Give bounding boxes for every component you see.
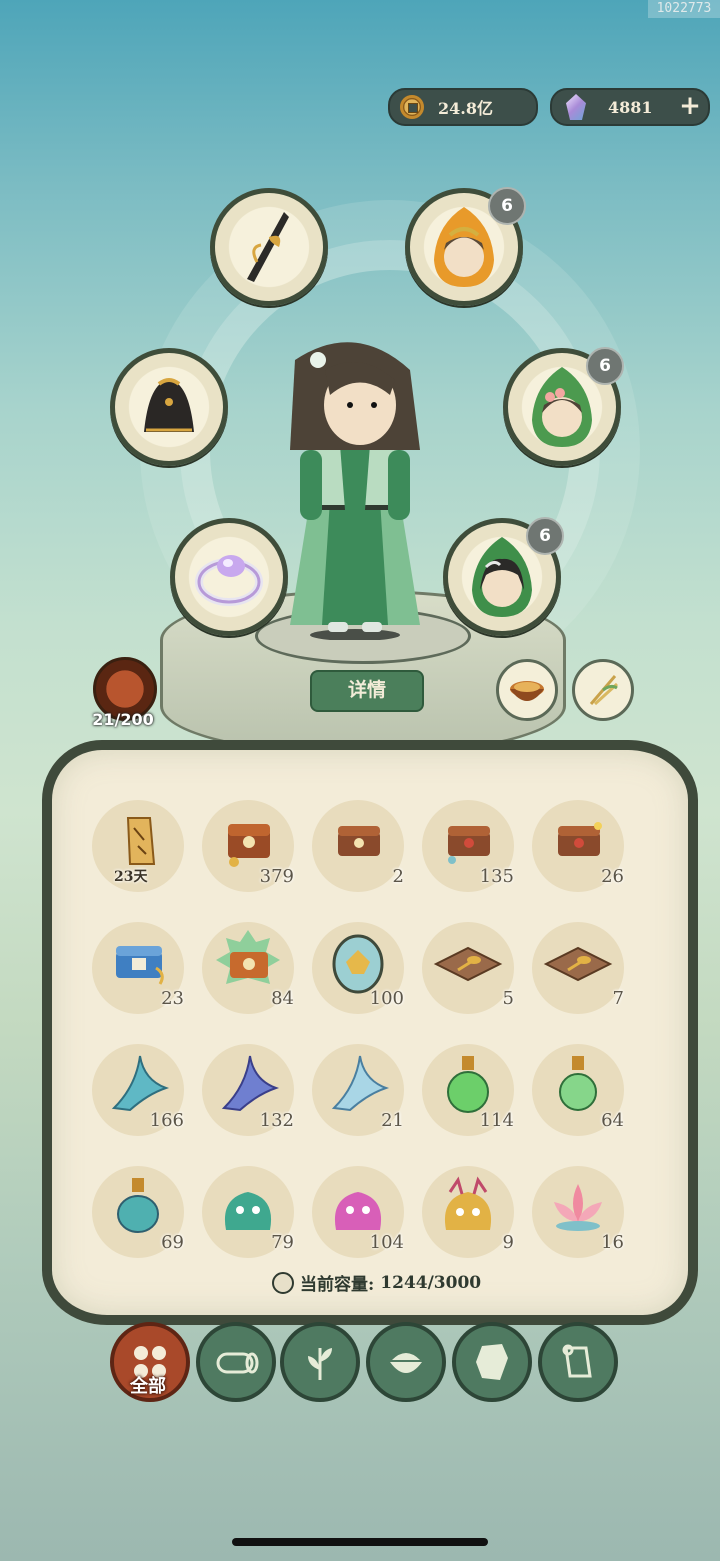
item-count: 5	[502, 988, 514, 1009]
bamboo-icon	[589, 675, 619, 706]
bamboo-slot[interactable]	[572, 659, 634, 721]
pet-1-level-badge: 6	[488, 187, 526, 225]
pet-3-level-badge: 6	[526, 517, 564, 555]
log-icon	[216, 1352, 259, 1374]
inventory-item-orange-chest[interactable]: 84	[202, 922, 302, 1022]
pet-slot-1[interactable]: 6	[405, 187, 526, 306]
inventory-item-egg[interactable]: 100	[312, 922, 412, 1022]
power-counter: 21/200	[92, 710, 154, 729]
build-watermark: 1022773	[648, 0, 720, 18]
inventory-item-blue-chest[interactable]: 23	[92, 922, 192, 1022]
inventory-item-chest[interactable]: 2	[312, 800, 412, 900]
coin-icon	[400, 95, 424, 119]
accessory-slot[interactable]	[170, 518, 288, 636]
pet-slot-2[interactable]: 6	[503, 347, 624, 466]
item-count: 23天	[114, 869, 148, 885]
inventory-item-green-potion[interactable]: 114	[422, 1044, 522, 1144]
bag-icon	[272, 1271, 294, 1294]
tab-food[interactable]	[366, 1322, 446, 1402]
item-count: 2	[392, 866, 404, 887]
tray-icon	[433, 946, 503, 982]
food-bowl-icon	[510, 681, 544, 701]
inventory-item-chest[interactable]: 379	[202, 800, 302, 900]
inventory-item-spirit-fish[interactable]: 166	[92, 1044, 192, 1144]
item-count: 114	[479, 1110, 514, 1131]
inventory-item-tray[interactable]: 7	[532, 922, 632, 1022]
gem-value: 4881	[608, 97, 653, 117]
item-count: 166	[149, 1110, 184, 1131]
ring-icon	[195, 555, 263, 606]
pet-green-hair-icon	[472, 537, 532, 617]
gem-display: 4881 +	[550, 88, 710, 126]
ore-icon	[476, 1344, 508, 1380]
inventory-item-scroll[interactable]: 23天	[92, 800, 192, 900]
item-count: 379	[259, 866, 294, 887]
pet-green-flower-icon	[532, 367, 592, 447]
item-count: 84	[271, 988, 294, 1009]
item-count: 69	[161, 1232, 184, 1253]
tab-herb[interactable]	[280, 1322, 360, 1402]
item-count: 104	[369, 1232, 404, 1253]
item-count: 16	[601, 1232, 624, 1253]
item-count: 100	[369, 988, 404, 1009]
item-count: 23	[161, 988, 184, 1009]
inventory-item-teal-potion[interactable]: 69	[92, 1166, 192, 1266]
coin-value: 24.8亿	[438, 99, 493, 118]
inventory-item-spirit-fish[interactable]: 21	[312, 1044, 412, 1144]
inventory-item-green-potion[interactable]: 64	[532, 1044, 632, 1144]
tray-icon	[543, 946, 613, 982]
tab-wood[interactable]	[196, 1322, 276, 1402]
item-count: 21	[381, 1110, 404, 1131]
item-count: 64	[601, 1110, 624, 1131]
inventory-item-green-spirit[interactable]: 79	[202, 1166, 302, 1266]
inventory-item-spirit-fish[interactable]: 132	[202, 1044, 302, 1144]
item-count: 7	[612, 988, 624, 1009]
pet-slot-3[interactable]: 6	[443, 517, 564, 636]
weapon-slot[interactable]	[210, 188, 328, 306]
paper-scroll-icon	[562, 1344, 592, 1378]
armor-slot[interactable]	[110, 348, 228, 466]
food-slot[interactable]	[496, 659, 558, 721]
rice-bowl-icon	[390, 1353, 422, 1373]
hero-character[interactable]	[270, 340, 440, 640]
tab-scroll[interactable]	[538, 1322, 618, 1402]
pet-2-level-badge: 6	[586, 347, 624, 385]
chest-icon	[338, 826, 380, 856]
tab-all-label: 全部	[130, 1376, 166, 1397]
sword-icon	[247, 212, 289, 282]
gold-spirit-icon	[444, 1176, 492, 1230]
home-indicator[interactable]	[232, 1538, 488, 1546]
inventory-item-chest[interactable]: 26	[532, 800, 632, 900]
cloak-icon	[144, 378, 194, 432]
inventory-item-chest[interactable]: 135	[422, 800, 522, 900]
inventory-item-tray[interactable]: 5	[422, 922, 522, 1022]
item-count: 9	[502, 1232, 514, 1253]
item-count: 135	[479, 866, 514, 887]
add-gems-button[interactable]: +	[676, 93, 704, 121]
crystal-icon	[566, 94, 586, 120]
detail-button[interactable]: 详情	[310, 670, 424, 712]
inventory-item-gold-spirit[interactable]: 9	[422, 1166, 522, 1266]
pet-orange-icon	[434, 207, 494, 287]
capacity-value: 1244/3000	[380, 1272, 482, 1293]
tab-material[interactable]	[452, 1322, 532, 1402]
item-count: 26	[601, 866, 624, 887]
coin-display: 24.8亿	[388, 88, 538, 126]
leaf-icon	[308, 1348, 332, 1380]
item-count: 132	[259, 1110, 294, 1131]
bag-capacity: 当前容量: 1244/3000	[272, 1270, 481, 1295]
capacity-label: 当前容量:	[300, 1275, 375, 1295]
item-count: 79	[271, 1232, 294, 1253]
inventory-item-pink-spirit[interactable]: 104	[312, 1166, 412, 1266]
inventory-item-lotus[interactable]: 16	[532, 1166, 632, 1266]
